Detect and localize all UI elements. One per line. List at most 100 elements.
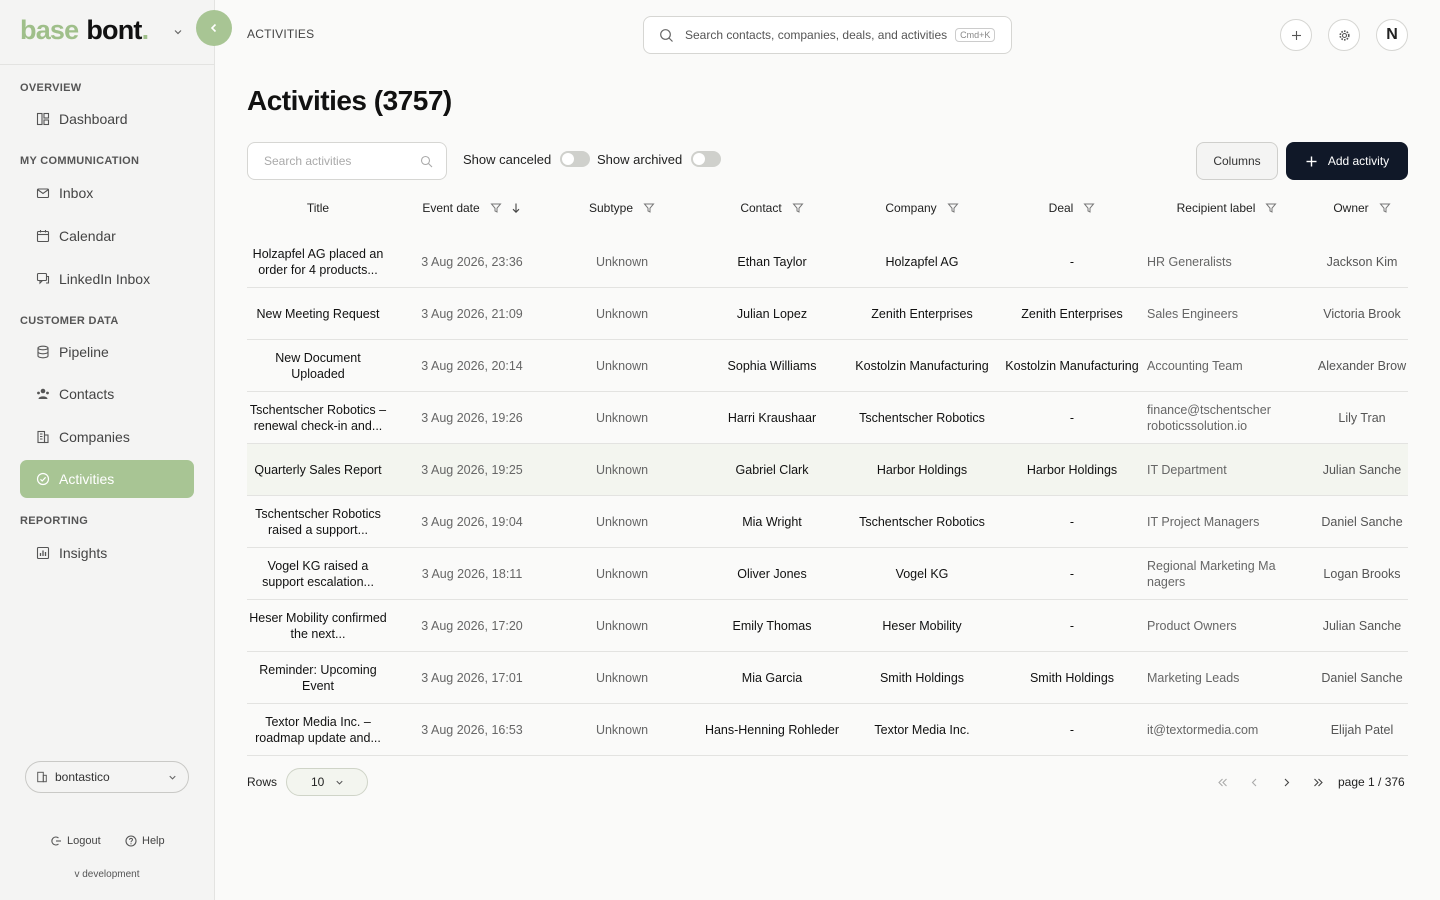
cell-contact: Emily Thomas [732,618,812,633]
column-header-owner[interactable]: Owner [1307,190,1408,226]
cell-deal: Smith Holdings [1029,670,1115,685]
version-label: v development [74,869,140,880]
column-header-company[interactable]: Company [847,190,997,226]
cell-subtype: Unknown [595,358,649,373]
sidebar-item-linkedin-inbox[interactable]: LinkedIn Inbox [20,260,194,298]
sidebar-item-insights[interactable]: Insights [20,534,194,572]
cell-event-date: 3 Aug 2026, 21:09 [421,306,523,321]
activities-search-input[interactable] [264,154,414,168]
rows-per-page-select[interactable]: 10 [286,768,368,796]
column-header-deal[interactable]: Deal [997,190,1147,226]
user-avatar[interactable]: N [1376,19,1408,51]
page-title: Activities (3757) [247,85,452,116]
filter-icon[interactable] [1379,202,1391,214]
sidebar-item-dashboard[interactable]: Dashboard [20,100,194,138]
filter-icon[interactable] [1265,202,1277,214]
activities-table: Title Event date Subtype Contact Company Deal… [247,190,1408,756]
sidebar-item-label: Calendar [59,228,116,244]
show-canceled-toggle[interactable]: Show canceled [463,151,591,167]
cell-title[interactable]: Quarterly Sales Report [247,444,389,495]
column-header-title[interactable]: Title [247,190,389,226]
global-search[interactable]: Search contacts, companies, deals, and a… [643,16,1012,54]
cell-title[interactable]: Tschentscher Robotics raised a support..… [247,496,389,547]
column-header-contact[interactable]: Contact [697,190,847,226]
cell-owner: Julian Sanche [1322,462,1402,477]
cell-title[interactable]: Tschentscher Robotics – renewal check-in… [247,392,389,443]
table-row[interactable]: Reminder: Upcoming Event 3 Aug 2026, 17:0… [247,652,1408,704]
sidebar-item-label: Dashboard [59,111,128,127]
cell-title[interactable]: Vogel KG raised a support escalation... [247,548,389,599]
create-button[interactable] [1280,19,1312,51]
help-link[interactable]: Help [125,835,165,847]
next-page-button[interactable] [1278,774,1294,790]
table-row[interactable]: Quarterly Sales Report 3 Aug 2026, 19:25 U… [247,444,1408,496]
brand-logo[interactable]: base bont. [20,14,149,46]
cell-company: Tschentscher Robotics [859,514,985,529]
filter-icon[interactable] [792,202,804,214]
toggle-switch[interactable] [560,151,591,167]
table-row[interactable]: Tschentscher Robotics – renewal check-in… [247,392,1408,444]
filter-icon[interactable] [490,202,502,214]
sort-descending-icon[interactable] [510,202,522,214]
column-header-label: Deal [1048,201,1074,215]
column-header-subtype[interactable]: Subtype [547,190,697,226]
table-row[interactable]: Vogel KG raised a support escalation... 3… [247,548,1408,600]
cell-deal: - [1069,722,1075,737]
settings-button[interactable] [1328,19,1360,51]
previous-page-button[interactable] [1246,774,1262,790]
chevron-down-icon[interactable] [172,26,184,38]
cell-title[interactable]: Textor Media Inc. – roadmap update and..… [247,704,389,755]
chevron-left-icon [210,23,217,33]
column-header-label: Contact [740,201,782,215]
add-activity-button[interactable]: Add activity [1286,142,1408,180]
cell-title[interactable]: New Meeting Request [247,288,389,339]
chart-icon [36,546,50,560]
sidebar-item-inbox[interactable]: Inbox [20,174,194,212]
table-row[interactable]: Holzapfel AG placed an order for 4 produ… [247,236,1408,288]
activities-search[interactable] [247,142,447,180]
cell-owner: Elijah Patel [1330,722,1394,737]
column-header-event-date[interactable]: Event date [397,190,547,226]
table-row[interactable]: Textor Media Inc. – roadmap update and..… [247,704,1408,756]
table-row[interactable]: Tschentscher Robotics raised a support..… [247,496,1408,548]
cell-subtype: Unknown [595,566,649,581]
cell-contact: Oliver Jones [737,566,807,581]
cell-event-date: 3 Aug 2026, 19:25 [421,462,523,477]
cell-title[interactable]: Heser Mobility confirmed the next... [247,600,389,651]
columns-button[interactable]: Columns [1196,142,1278,180]
column-header-recipient-label[interactable]: Recipient label [1147,190,1307,226]
logout-link[interactable]: Logout [50,835,101,847]
cell-event-date: 3 Aug 2026, 20:14 [421,358,523,373]
last-page-button[interactable] [1310,774,1326,790]
sidebar-item-calendar[interactable]: Calendar [20,217,194,255]
collapse-sidebar-button[interactable] [196,10,232,46]
sidebar-item-companies[interactable]: Companies [20,418,194,456]
table-row[interactable]: New Document Uploaded 3 Aug 2026, 20:14 Un… [247,340,1408,392]
cell-company: Heser Mobility [882,618,962,633]
first-page-button[interactable] [1214,774,1230,790]
toggle-switch[interactable] [691,151,722,167]
cell-subtype: Unknown [595,462,649,477]
table-row[interactable]: New Meeting Request 3 Aug 2026, 21:09 Unkn… [247,288,1408,340]
cell-title[interactable]: Reminder: Upcoming Event [247,652,389,703]
filter-icon[interactable] [643,202,655,214]
cell-title[interactable]: Holzapfel AG placed an order for 4 produ… [247,236,389,287]
building-icon [37,430,49,444]
filter-icon[interactable] [947,202,959,214]
cell-recipient-label: IT Department [1147,462,1227,477]
sidebar-item-pipeline[interactable]: Pipeline [20,333,194,371]
cell-title[interactable]: New Document Uploaded [247,340,389,391]
filter-icon[interactable] [1083,202,1095,214]
organization-select[interactable]: bontastico [25,761,189,793]
sidebar-item-contacts[interactable]: Contacts [20,375,194,413]
column-header-label: Title [306,201,330,215]
show-archived-toggle[interactable]: Show archived [597,151,722,167]
cell-company: Holzapfel AG [885,254,959,269]
table-row[interactable]: Heser Mobility confirmed the next... 3 Au… [247,600,1408,652]
cell-owner: Alexander Brow [1317,358,1407,373]
column-header-label: Event date [422,201,480,215]
sidebar-item-activities[interactable]: Activities [20,460,194,498]
sidebar-divider [0,64,214,65]
cell-contact: Gabriel Clark [735,462,809,477]
show-archived-label: Show archived [597,151,683,167]
